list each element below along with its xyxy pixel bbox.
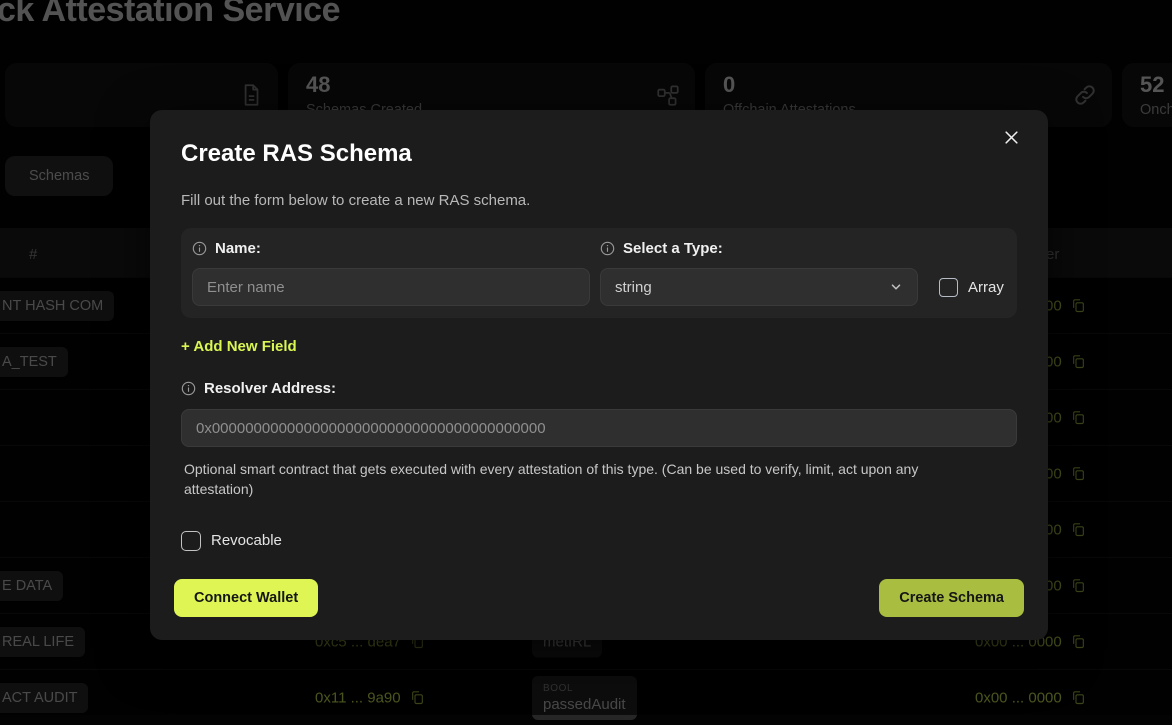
resolver-help-text: Optional smart contract that gets execut…	[181, 460, 981, 500]
array-checkbox-label: Array	[968, 279, 1004, 296]
type-label: Select a Type:	[600, 240, 918, 257]
revocable-checkbox-row[interactable]: Revocable	[181, 531, 1017, 551]
type-select[interactable]: string	[600, 268, 918, 306]
info-icon	[600, 241, 615, 256]
resolver-address-label: Resolver Address:	[181, 380, 1017, 397]
modal-subtitle: Fill out the form below to create a new …	[181, 192, 1017, 209]
add-new-field-button[interactable]: + Add New Field	[181, 338, 297, 355]
connect-wallet-button[interactable]: Connect Wallet	[174, 579, 318, 617]
modal-footer: Connect Wallet Create Schema	[174, 579, 1024, 617]
revocable-checkbox[interactable]	[181, 531, 201, 551]
chevron-down-icon	[889, 280, 903, 294]
array-checkbox-row[interactable]: Array	[939, 278, 1006, 297]
modal-title: Create RAS Schema	[181, 140, 1017, 168]
array-checkbox[interactable]	[939, 278, 958, 297]
type-select-value: string	[615, 279, 652, 296]
close-icon[interactable]	[998, 124, 1024, 150]
name-input[interactable]	[192, 268, 590, 306]
name-label: Name:	[192, 240, 590, 257]
schema-field-editor: Name: Select a Type: string Array	[181, 228, 1017, 318]
info-icon	[181, 381, 196, 396]
info-icon	[192, 241, 207, 256]
revocable-checkbox-label: Revocable	[211, 532, 282, 549]
create-schema-button[interactable]: Create Schema	[879, 579, 1024, 617]
resolver-address-input[interactable]	[181, 409, 1017, 447]
create-schema-modal: Create RAS Schema Fill out the form belo…	[150, 110, 1048, 640]
